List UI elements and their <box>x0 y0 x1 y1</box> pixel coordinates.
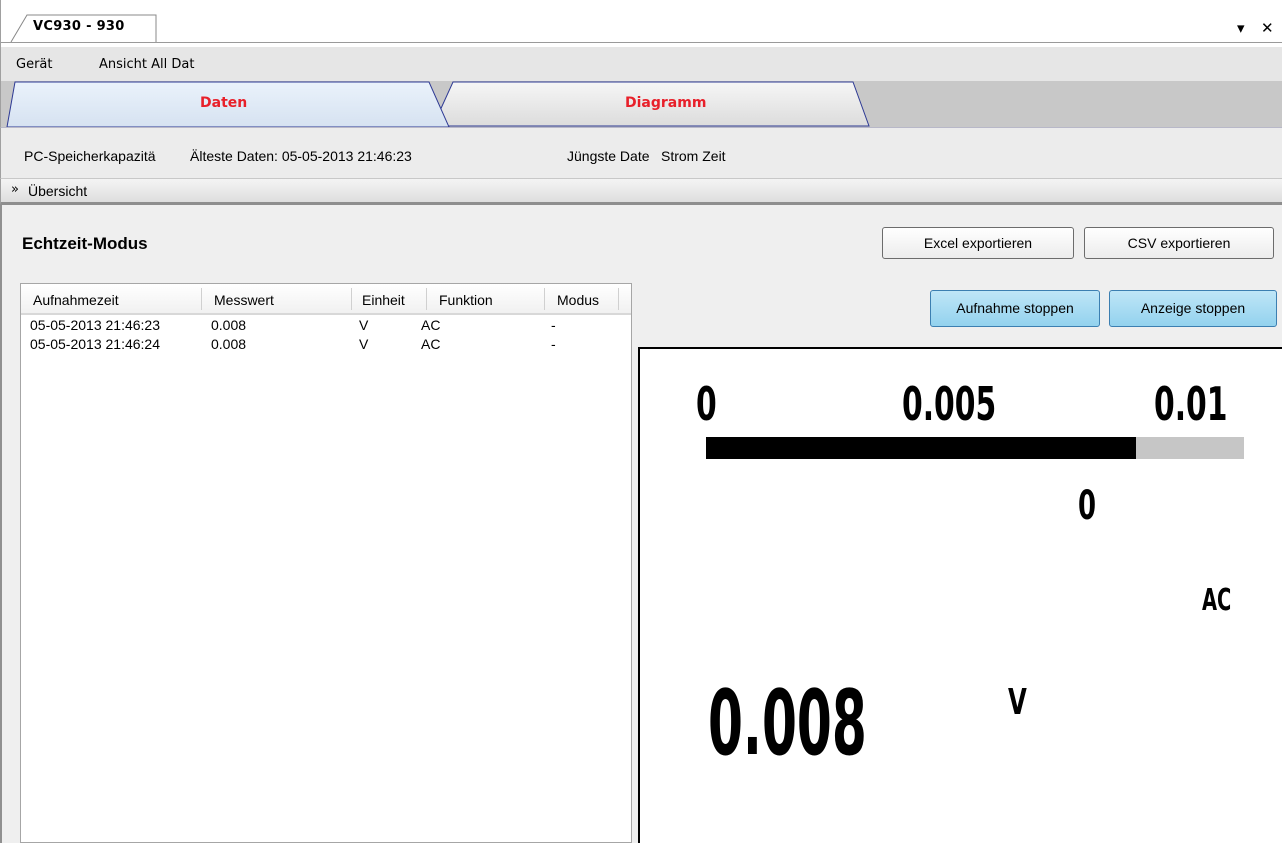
tab-daten[interactable]: Daten <box>200 95 247 111</box>
measurement-table[interactable]: Aufnahmezeit Messwert Einheit Funktion M… <box>20 283 632 843</box>
column-header-modus[interactable]: Modus <box>557 292 599 308</box>
cell-funktion: AC <box>421 317 441 333</box>
section-title: Echtzeit-Modus <box>22 234 148 253</box>
column-header-funktion[interactable]: Funktion <box>439 292 493 308</box>
main-reading: 0.008 <box>708 671 867 776</box>
tab-diagramm[interactable]: Diagramm <box>625 95 706 111</box>
overview-toggle[interactable]: » Übersicht <box>0 178 1282 205</box>
column-header-messwert[interactable]: Messwert <box>214 292 274 308</box>
excel-export-button[interactable]: Excel exportieren <box>882 227 1074 259</box>
column-separator[interactable] <box>351 288 352 310</box>
menu-bar: Gerät Ansicht All Dat <box>0 47 1282 81</box>
pc-storage-capacity: PC-Speicherkapazitä <box>24 148 156 164</box>
bargraph-fill <box>706 437 1137 459</box>
document-tab-divider <box>1 42 1282 43</box>
cell-modus: - <box>551 317 556 333</box>
close-icon[interactable]: ✕ <box>1261 20 1274 36</box>
cell-modus: - <box>551 336 556 352</box>
content-area: Echtzeit-Modus Excel exportieren CSV exp… <box>0 205 1282 843</box>
cell-messwert: 0.008 <box>211 317 247 333</box>
menu-item-ansicht-all-dat[interactable]: Ansicht All Dat <box>99 57 194 72</box>
info-row: PC-Speicherkapazitä Älteste Daten: 05-05… <box>0 127 1282 178</box>
cell-aufnahmezeit: 05-05-2013 21:46:24 <box>30 336 160 352</box>
table-row[interactable]: 05-05-2013 21:46:23 0.008 V AC - <box>21 317 631 336</box>
cell-einheit: V <box>359 336 369 352</box>
csv-export-button[interactable]: CSV exportieren <box>1084 227 1274 259</box>
document-tab-bar: VC930 - 930 ▾ ✕ <box>0 0 1282 47</box>
oldest-data: Älteste Daten: 05-05-2013 21:46:23 <box>190 148 412 164</box>
cell-aufnahmezeit: 05-05-2013 21:46:23 <box>30 317 160 333</box>
window-menu-arrow-icon[interactable]: ▾ <box>1237 20 1245 36</box>
cell-messwert: 0.008 <box>211 336 247 352</box>
secondary-reading: 0 <box>1078 483 1097 529</box>
tab-daten-label: Daten <box>200 95 248 111</box>
cell-funktion: AC <box>421 336 441 352</box>
stop-recording-button[interactable]: Aufnahme stoppen <box>930 290 1100 327</box>
scale-min-label: 0 <box>696 377 717 431</box>
stop-display-button[interactable]: Anzeige stoppen <box>1109 290 1277 327</box>
table-header: Aufnahmezeit Messwert Einheit Funktion M… <box>21 284 631 315</box>
scale-max-label: 0.01 <box>1154 377 1228 431</box>
document-tab[interactable]: VC930 - 930 <box>9 14 157 43</box>
cell-einheit: V <box>359 317 369 333</box>
column-header-einheit[interactable]: Einheit <box>362 292 405 308</box>
column-separator[interactable] <box>544 288 545 310</box>
meter-display: 0 0.005 0.01 0 AC 0.008 V <box>638 347 1282 843</box>
function-indicator: AC <box>1202 583 1232 618</box>
document-tab-title: VC930 - 930 <box>33 19 125 34</box>
overview-label: Übersicht <box>28 183 88 199</box>
tab-diagramm-label: Diagramm <box>625 95 707 111</box>
column-separator[interactable] <box>618 288 619 310</box>
bargraph-track <box>706 437 1244 459</box>
current-time: Strom Zeit <box>661 148 726 164</box>
menu-item-geraet[interactable]: Gerät <box>16 57 52 72</box>
tab-strip: Daten Diagramm <box>0 81 1282 127</box>
column-separator[interactable] <box>426 288 427 310</box>
column-header-aufnahmezeit[interactable]: Aufnahmezeit <box>33 292 119 308</box>
unit-indicator: V <box>1008 682 1027 723</box>
chevron-double-down-icon: » <box>11 182 19 197</box>
table-row[interactable]: 05-05-2013 21:46:24 0.008 V AC - <box>21 336 631 355</box>
newest-data: Jüngste Date <box>567 148 650 164</box>
column-separator[interactable] <box>201 288 202 310</box>
scale-mid-label: 0.005 <box>902 377 997 431</box>
